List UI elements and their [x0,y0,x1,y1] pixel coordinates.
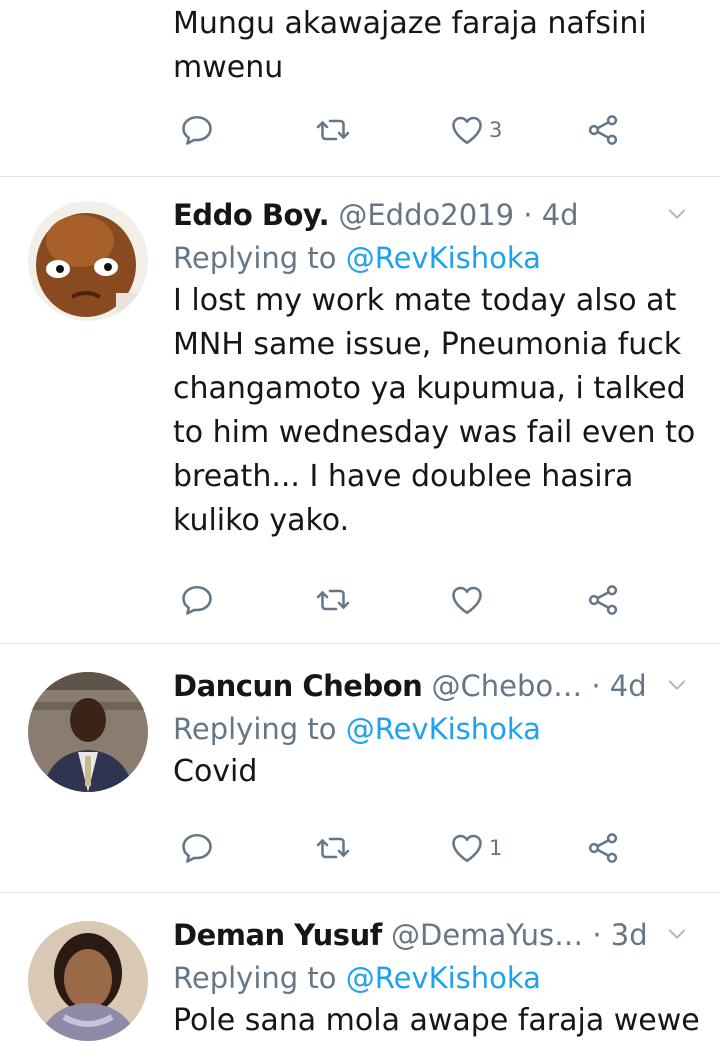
tweet-text: I lost my work mate today also at MNH sa… [173,279,700,543]
display-name[interactable]: Deman Yusuf [173,918,382,952]
reply-icon [179,582,215,618]
retweet-icon [315,112,351,148]
tweet-text-line: changamoto ya kupumua, i talked [173,371,686,406]
mention-link[interactable]: @RevKishoka [346,961,541,995]
separator-dot: · [583,918,611,952]
retweet-icon [315,830,351,866]
heart-icon [449,112,485,148]
replying-prefix: Replying to [173,961,346,995]
heart-icon [449,830,485,866]
retweet-button[interactable] [315,108,351,152]
user-handle[interactable]: @DemaYus… [391,918,583,952]
tweet[interactable]: Deman Yusuf @DemaYus… · 3d Replying to @… [0,893,720,1063]
tweet-text-line: I lost my work mate today also at [173,283,677,318]
replying-to: Replying to @RevKishoka [173,957,700,999]
tweet-actions: 3 [173,108,633,152]
share-icon [585,582,621,618]
tweet-text-line: kuliko yako. [173,503,350,538]
tweet-text-line: to him wednesday was fail even to [173,415,696,450]
heart-icon [449,582,485,618]
tweet-actions [173,578,633,622]
tweet-text-line: Mungu akawajaze faraja nafsini [173,6,647,41]
like-count: 3 [489,118,503,142]
mention-link[interactable]: @RevKishoka [346,241,541,275]
tweet-text-line: MNH same issue, Pneumonia fuck [173,327,682,362]
share-button[interactable] [585,108,621,152]
replying-to: Replying to @RevKishoka [173,237,700,279]
share-icon [585,830,621,866]
reply-button[interactable] [179,108,215,152]
separator-dot: · [582,669,610,703]
tweet-partial[interactable]: Mungu akawajaze faraja nafsini mwenu 3 [0,0,720,176]
display-name[interactable]: Eddo Boy. [173,198,330,232]
share-button[interactable] [585,578,621,622]
mention-link[interactable]: @RevKishoka [346,712,541,746]
tweet-text: Covid [173,750,700,794]
tweet-text-line: Covid [173,754,258,789]
separator-dot: · [514,198,542,232]
tweet-text: Mungu akawajaze faraja nafsini mwenu [173,2,700,90]
like-button[interactable]: 1 [449,826,502,870]
retweet-button[interactable] [315,578,351,622]
share-button[interactable] [585,826,621,870]
like-button[interactable]: 3 [449,108,502,152]
avatar-image [28,672,148,792]
timestamp[interactable]: 4d [542,198,579,232]
reply-icon [179,830,215,866]
tweet-header: Dancun Chebon @Chebo… · 4d [173,664,700,708]
chevron-down-icon[interactable] [666,674,688,696]
reply-button[interactable] [179,826,215,870]
tweet-text-line: Pole sana mola awape faraja wewe [173,1003,700,1038]
avatar[interactable] [28,672,148,792]
timestamp[interactable]: 3d [611,918,648,952]
retweet-icon [315,582,351,618]
tweet-text-line: breath... I have doublee hasira [173,459,634,494]
tweet[interactable]: Eddo Boy. @Eddo2019 · 4d Replying to @Re… [0,177,720,643]
chevron-down-icon[interactable] [666,203,688,225]
tweet-actions: 1 [173,826,633,870]
avatar[interactable] [28,921,148,1041]
user-handle[interactable]: @Eddo2019 [338,198,514,232]
tweet[interactable]: Dancun Chebon @Chebo… · 4d Replying to @… [0,644,720,892]
tweet-text: Pole sana mola awape faraja wewe [173,999,700,1043]
display-name[interactable]: Dancun Chebon [173,669,423,703]
timestamp[interactable]: 4d [610,669,647,703]
tweet-text-line: mwenu [173,50,284,85]
replying-prefix: Replying to [173,712,346,746]
retweet-button[interactable] [315,826,351,870]
reply-button[interactable] [179,578,215,622]
like-button[interactable] [449,578,489,622]
avatar[interactable] [28,201,148,321]
reply-icon [179,112,215,148]
chevron-down-icon[interactable] [666,923,688,945]
share-icon [585,112,621,148]
tweet-header: Eddo Boy. @Eddo2019 · 4d [173,193,700,237]
user-handle[interactable]: @Chebo… [432,669,583,703]
replying-prefix: Replying to [173,241,346,275]
tweet-header: Deman Yusuf @DemaYus… · 3d [173,913,700,957]
avatar-image [28,201,148,321]
like-count: 1 [489,836,503,860]
avatar-image [28,921,148,1041]
replying-to: Replying to @RevKishoka [173,708,700,750]
